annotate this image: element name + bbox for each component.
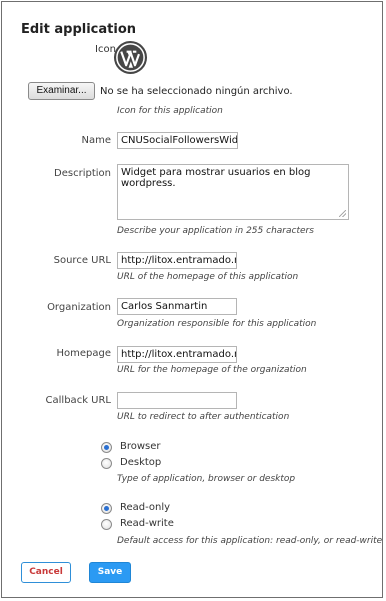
resize-grip-icon[interactable] (339, 210, 346, 217)
radio-read-only-label: Read-only (120, 502, 171, 513)
organization-hint: Organization responsible for this applic… (117, 319, 317, 329)
source-url-label: Source URL (53, 255, 111, 266)
radio-button[interactable] (101, 519, 112, 530)
description-label: Description (54, 168, 111, 179)
save-button[interactable]: Save (89, 562, 131, 583)
source-url-hint: URL of the homepage of this application (117, 272, 299, 282)
radio-button-selected[interactable] (101, 442, 112, 453)
name-label: Name (81, 135, 111, 146)
radio-button-selected[interactable] (101, 503, 112, 514)
homepage-hint: URL for the homepage of the organization (117, 365, 307, 375)
edit-application-dialog: Edit application Icon Examinar... No se … (1, 1, 383, 598)
radio-read-write-label: Read-write (120, 518, 174, 529)
wordpress-logo-icon (113, 40, 148, 75)
file-browse-button[interactable]: Examinar... (28, 82, 95, 100)
icon-hint: Icon for this application (117, 106, 223, 116)
cancel-button[interactable]: Cancel (21, 562, 71, 583)
callback-url-hint: URL to redirect to after authentication (117, 412, 290, 422)
organization-input[interactable]: Carlos Sanmartin (117, 298, 237, 315)
source-url-input[interactable]: http://litox.entramado.net (117, 252, 237, 269)
homepage-input[interactable]: http://litox.entramado.net (117, 346, 237, 363)
callback-url-input[interactable] (117, 392, 237, 409)
radio-button[interactable] (101, 458, 112, 469)
description-textarea[interactable]: Widget para mostrar usuarios en blog wor… (117, 164, 349, 220)
description-text: Widget para mostrar usuarios en blog wor… (121, 167, 311, 189)
radio-browser-label: Browser (120, 441, 161, 452)
dialog-title: Edit application (21, 22, 137, 37)
description-hint: Describe your application in 255 charact… (117, 226, 314, 236)
name-input[interactable]: CNUSocialFollowersWidget (117, 132, 238, 149)
radio-desktop-label: Desktop (120, 457, 162, 468)
access-hint: Default access for this application: rea… (117, 536, 383, 546)
homepage-label: Homepage (56, 348, 111, 359)
app-type-hint: Type of application, browser or desktop (117, 474, 296, 484)
file-status-text: No se ha seleccionado ningún archivo. (100, 86, 293, 97)
organization-label: Organization (47, 302, 111, 313)
callback-url-label: Callback URL (45, 395, 111, 406)
